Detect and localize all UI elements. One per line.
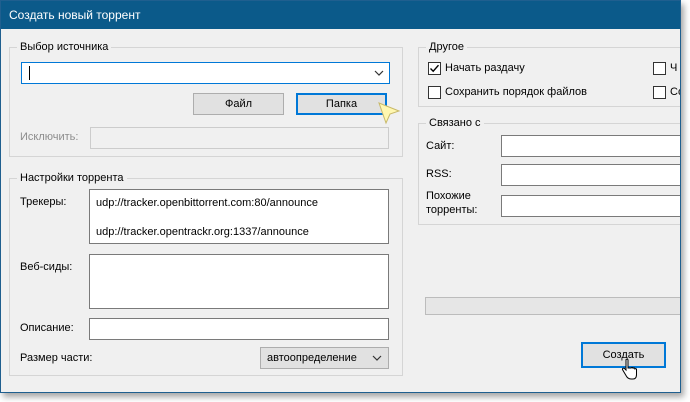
piece-size-value: автоопределение bbox=[267, 352, 357, 364]
description-input[interactable] bbox=[89, 318, 389, 340]
tracker-line: udp://tracker.openbittorrent.com:80/anno… bbox=[96, 197, 318, 209]
webseeds-label: Веб-сиды: bbox=[20, 261, 73, 273]
checkmark-icon bbox=[430, 64, 440, 73]
cut-off-checkbox-1[interactable] bbox=[653, 62, 666, 75]
preserve-order-checkbox[interactable] bbox=[428, 86, 441, 99]
site-label: Сайт: bbox=[426, 140, 455, 152]
site-input[interactable] bbox=[501, 135, 680, 157]
hand-cursor-icon bbox=[621, 359, 637, 380]
file-button-label: Файл bbox=[224, 98, 253, 110]
piece-size-label: Размер части: bbox=[20, 352, 93, 364]
other-group: Другое bbox=[418, 41, 680, 107]
text-caret bbox=[29, 66, 30, 80]
folder-button-label: Папка bbox=[325, 98, 358, 110]
callout-arrow-icon bbox=[378, 102, 401, 125]
cut-off-label-1: Ч bbox=[670, 62, 678, 74]
exclude-label: Исключить: bbox=[20, 131, 79, 143]
chevron-down-icon[interactable] bbox=[374, 70, 384, 76]
other-group-legend: Другое bbox=[426, 41, 467, 53]
description-label: Описание: bbox=[20, 322, 74, 334]
cut-off-label-2: Со bbox=[670, 86, 680, 98]
source-path-combobox[interactable] bbox=[21, 62, 390, 84]
torrent-settings-legend: Настройки торрента bbox=[17, 172, 127, 184]
start-seeding-label[interactable]: Начать раздачу bbox=[445, 62, 525, 74]
file-button[interactable]: Файл bbox=[193, 93, 284, 115]
title-bar[interactable]: Создать новый торрент bbox=[1, 1, 680, 29]
rss-label: RSS: bbox=[426, 168, 452, 180]
preserve-order-label[interactable]: Сохранить порядок файлов bbox=[445, 86, 587, 98]
cut-off-checkbox-2[interactable] bbox=[653, 86, 666, 99]
chevron-down-icon bbox=[372, 355, 382, 361]
similar-torrents-input[interactable] bbox=[501, 195, 680, 217]
create-torrent-dialog: Создать новый торрент Выбор источника Фа… bbox=[0, 0, 681, 393]
source-group-legend: Выбор источника bbox=[17, 41, 112, 53]
window-title: Создать новый торрент bbox=[9, 8, 141, 22]
rss-input[interactable] bbox=[501, 164, 680, 186]
trackers-textarea[interactable]: udp://tracker.openbittorrent.com:80/anno… bbox=[89, 189, 389, 244]
similar-torrents-label-line1: Похожие bbox=[426, 190, 471, 202]
webseeds-textarea[interactable] bbox=[89, 254, 389, 309]
progress-bar bbox=[425, 297, 680, 315]
trackers-label: Трекеры: bbox=[20, 196, 67, 208]
similar-torrents-label-line2: торренты: bbox=[426, 204, 478, 216]
folder-button[interactable]: Папка bbox=[296, 93, 387, 115]
exclude-input[interactable] bbox=[90, 127, 389, 149]
tracker-line: udp://tracker.opentrackr.org:1337/announ… bbox=[96, 226, 309, 238]
piece-size-select[interactable]: автоопределение bbox=[260, 347, 389, 369]
related-group-legend: Связано с bbox=[426, 117, 484, 129]
start-seeding-checkbox[interactable] bbox=[428, 62, 441, 75]
